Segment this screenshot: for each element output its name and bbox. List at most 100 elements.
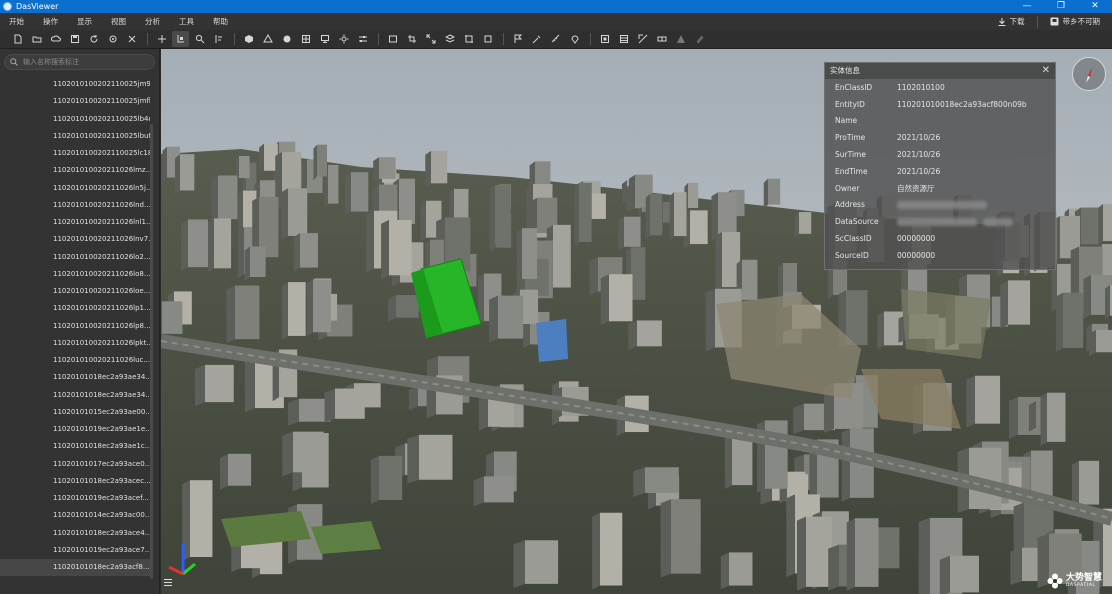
building[interactable] (188, 219, 208, 268)
sun-tool-button[interactable] (335, 31, 352, 47)
transform-tool-button[interactable] (634, 31, 651, 47)
building[interactable] (239, 155, 250, 179)
list-item[interactable]: 110201010020211026loe... (0, 283, 150, 300)
box-tool-button[interactable] (479, 31, 496, 47)
menu-start[interactable]: 开始 (0, 16, 34, 27)
building[interactable] (328, 164, 339, 204)
stop-tool-button[interactable] (596, 31, 613, 47)
building[interactable] (335, 388, 365, 419)
building[interactable] (624, 216, 641, 247)
list-item[interactable]: 110201010020211026lp8... (0, 318, 150, 335)
crop-tool-button[interactable] (403, 31, 420, 47)
expand-tool-button[interactable] (422, 31, 439, 47)
download-button[interactable]: 下载 (986, 16, 1037, 27)
select-tool-button[interactable] (172, 31, 189, 47)
list-item[interactable]: 11020101018ec2a93acec... (0, 473, 150, 490)
monitor-tool-button[interactable] (316, 31, 333, 47)
building[interactable] (190, 480, 213, 558)
settings-tool-button[interactable] (104, 31, 121, 47)
list-item[interactable]: 11020101018ec2a93acf8... (0, 559, 150, 577)
save-tool-button[interactable] (66, 31, 83, 47)
list-item[interactable]: 11020101018ec2a93ae34... (0, 387, 150, 404)
building[interactable] (674, 192, 687, 237)
building[interactable] (799, 212, 812, 234)
building[interactable] (600, 512, 623, 586)
menu-help[interactable]: 帮助 (204, 16, 238, 27)
panel-close-button[interactable]: ✕ (1042, 63, 1050, 79)
list-item[interactable]: 11020101019ec2a93acef... (0, 490, 150, 507)
close-tool-button[interactable] (123, 31, 140, 47)
list-item[interactable]: 11020101018ec2a93ae1c... (0, 438, 150, 455)
list-item[interactable]: 11020101018ec2a93ace4... (0, 525, 150, 542)
list-item[interactable]: 110201010020211026ln5j... (0, 180, 150, 197)
building[interactable] (351, 172, 369, 212)
building[interactable] (783, 262, 798, 294)
building[interactable] (317, 144, 328, 177)
building[interactable] (650, 193, 663, 236)
menu-analysis[interactable]: 分析 (136, 16, 170, 27)
list-item[interactable]: 1102010100202110025jm9... (0, 76, 150, 93)
building[interactable] (579, 182, 592, 243)
building[interactable] (1008, 280, 1031, 325)
building[interactable] (846, 290, 868, 346)
building[interactable] (765, 420, 788, 489)
refresh-tool-button[interactable] (85, 31, 102, 47)
building[interactable] (228, 453, 252, 486)
list-item[interactable]: 110201010020211026lp1... (0, 300, 150, 317)
building[interactable] (590, 193, 606, 219)
building[interactable] (742, 259, 758, 300)
link-tool-button[interactable] (653, 31, 670, 47)
building[interactable] (419, 434, 453, 480)
building[interactable] (950, 555, 980, 593)
menu-operate[interactable]: 操作 (34, 16, 68, 27)
building[interactable] (975, 375, 1001, 424)
building[interactable] (379, 157, 396, 179)
tool-tool-button[interactable] (528, 31, 545, 47)
building[interactable] (855, 518, 879, 587)
list-item[interactable]: 1102010100202110025lbut... (0, 128, 150, 145)
list-item[interactable]: 11020101017ec2a93ace0... (0, 456, 150, 473)
list-item[interactable]: 110201010020211026lpkt... (0, 335, 150, 352)
building[interactable] (609, 274, 633, 322)
brush-tool-button[interactable] (691, 31, 708, 47)
search-input[interactable] (23, 58, 148, 66)
close-window-button[interactable]: ✕ (1078, 0, 1112, 13)
building[interactable] (218, 175, 238, 220)
building[interactable] (293, 431, 324, 473)
building[interactable] (313, 279, 331, 333)
building[interactable] (250, 246, 266, 278)
building[interactable] (214, 218, 232, 269)
sliders-tool-button[interactable] (354, 31, 371, 47)
compass-icon[interactable] (1071, 56, 1107, 92)
clip-tool-button[interactable] (460, 31, 477, 47)
list-item[interactable]: 110201010020211026luc... (0, 352, 150, 369)
building[interactable] (718, 192, 737, 237)
building[interactable] (1063, 292, 1084, 348)
user-weather-button[interactable]: 带乡不可期 (1038, 16, 1112, 27)
building[interactable] (431, 150, 448, 184)
search-box[interactable] (4, 54, 155, 70)
cloud-open-tool-button[interactable] (47, 31, 64, 47)
building[interactable] (399, 178, 416, 224)
cube-tool-button[interactable] (240, 31, 257, 47)
building[interactable] (768, 178, 781, 205)
building[interactable] (525, 540, 559, 584)
list-item[interactable]: 1102010100202110025jmfl... (0, 93, 150, 110)
list-item[interactable]: 110201010020211026lo8... (0, 266, 150, 283)
building[interactable] (1103, 203, 1112, 242)
align-tool-button[interactable] (210, 31, 227, 47)
list-item[interactable]: 110201010020211026lmz... (0, 162, 150, 179)
menu-toggle-icon[interactable] (163, 578, 173, 587)
building[interactable] (396, 295, 419, 318)
list-item[interactable]: 110201010020211026lnl1... (0, 214, 150, 231)
building[interactable] (553, 224, 571, 288)
grid-tool-button[interactable] (297, 31, 314, 47)
building[interactable] (484, 476, 514, 503)
new-file-tool-button[interactable] (9, 31, 26, 47)
building[interactable] (637, 320, 662, 347)
sphere-tool-button[interactable] (278, 31, 295, 47)
building[interactable] (205, 364, 234, 403)
layers-tool-button[interactable] (441, 31, 458, 47)
building[interactable] (690, 210, 708, 245)
building[interactable] (288, 282, 306, 336)
